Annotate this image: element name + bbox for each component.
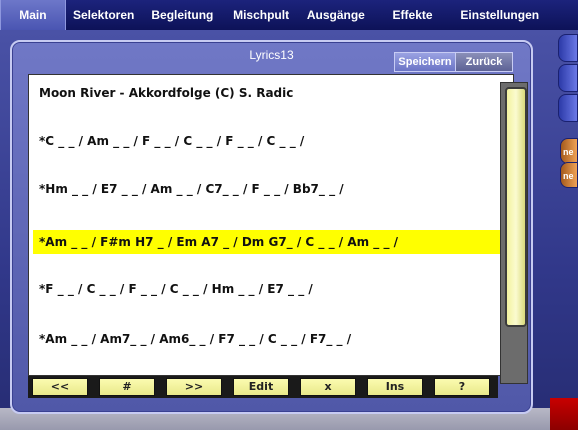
- side-tab[interactable]: [558, 34, 578, 62]
- side-tab[interactable]: [558, 94, 578, 122]
- previous-button[interactable]: <<: [32, 378, 88, 396]
- insert-button[interactable]: Ins: [367, 378, 423, 396]
- menu-tab-begleitung[interactable]: Begleitung: [142, 0, 224, 30]
- lyrics-line-highlighted[interactable]: *Am _ _ / F#m H7 _ / Em A7 _ / Dm G7_ / …: [33, 230, 505, 254]
- side-tab-orange[interactable]: ne: [560, 162, 578, 188]
- next-button[interactable]: >>: [166, 378, 222, 396]
- top-menu-bar: Main Selektoren Begleitung Mischpult Aus…: [0, 0, 578, 30]
- lyrics-line[interactable]: *Am _ _ / Am7_ _ / Am6_ _ / F7 _ _ / C _…: [33, 327, 503, 351]
- menu-tab-selektoren[interactable]: Selektoren: [66, 0, 142, 30]
- menu-tab-mischpult[interactable]: Mischpult: [223, 0, 299, 30]
- red-indicator-block: [550, 398, 578, 430]
- lyrics-line[interactable]: *F _ _ / C _ _ / F _ _ / C _ _ / Hm _ _ …: [33, 277, 503, 301]
- menu-tab-einstellungen[interactable]: Einstellungen: [452, 0, 578, 30]
- side-tab-strip: ne ne: [556, 30, 578, 430]
- menu-tab-main[interactable]: Main: [0, 0, 66, 30]
- vertical-scrollbar[interactable]: [500, 82, 528, 384]
- hash-button[interactable]: #: [99, 378, 155, 396]
- lyrics-line[interactable]: Moon River - Akkordfolge (C) S. Radic: [33, 81, 503, 105]
- menu-tab-effekte[interactable]: Effekte: [373, 0, 453, 30]
- lyrics-line[interactable]: *Hm _ _ / E7 _ _ / Am _ _ / C7_ _ / F _ …: [33, 177, 503, 201]
- save-button[interactable]: Speichern: [394, 52, 456, 72]
- scrollbar-thumb[interactable]: [505, 87, 527, 327]
- lyrics-text-area[interactable]: Moon River - Akkordfolge (C) S. Radic *C…: [28, 74, 514, 376]
- lyrics-window: Lyrics13 Speichern Zurück Moon River - A…: [10, 40, 533, 414]
- lyrics-toolbar: << # >> Edit x Ins ?: [28, 376, 498, 398]
- delete-button[interactable]: x: [300, 378, 356, 396]
- side-tab-orange[interactable]: ne: [560, 138, 578, 164]
- edit-button[interactable]: Edit: [233, 378, 289, 396]
- menu-tab-ausgaenge[interactable]: Ausgänge: [299, 0, 373, 30]
- back-button[interactable]: Zurück: [455, 52, 513, 72]
- side-tab[interactable]: [558, 64, 578, 92]
- lyrics-line[interactable]: *C _ _ / Am _ _ / F _ _ / C _ _ / F _ _ …: [33, 129, 503, 153]
- help-button[interactable]: ?: [434, 378, 490, 396]
